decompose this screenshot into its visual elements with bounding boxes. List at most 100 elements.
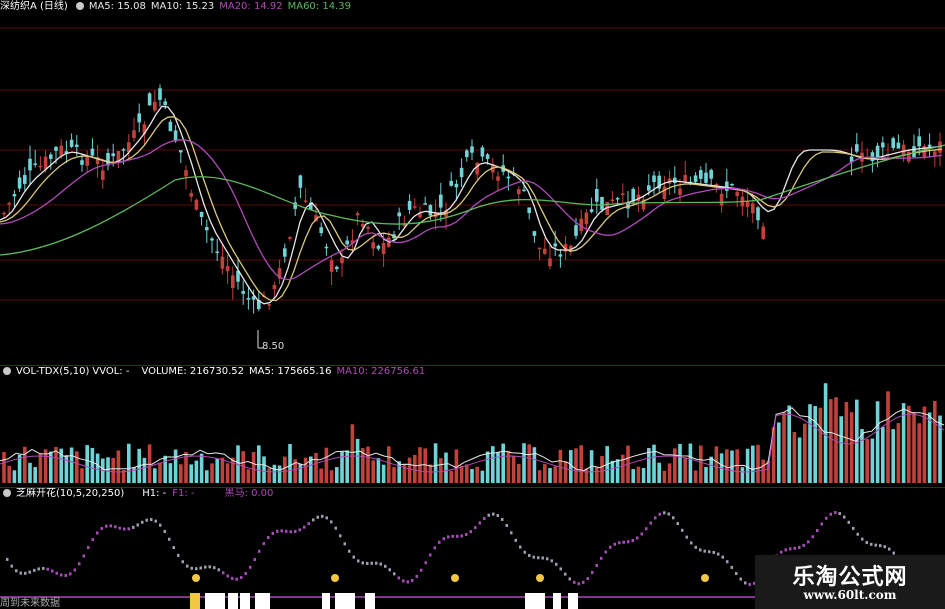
vvol-label: VVOL: - [92, 366, 130, 377]
candle-body [28, 158, 32, 171]
candle-body [558, 254, 563, 257]
indicator-dot [802, 543, 805, 547]
indicator-dot [33, 568, 36, 572]
indicator-dot [190, 566, 193, 570]
indicator-dot [789, 547, 792, 551]
indicator-dot [114, 525, 117, 529]
volume-bar [7, 465, 11, 483]
volume-bar [225, 463, 230, 483]
signal-bar [553, 593, 561, 609]
gear-icon[interactable] [3, 489, 11, 497]
gear-icon[interactable] [3, 367, 11, 375]
indicator-dot [240, 576, 243, 580]
ma20-label: MA20: 14.92 [219, 1, 283, 12]
volume-bar [881, 426, 885, 483]
volume-bar [823, 383, 828, 483]
indicator-dot [82, 554, 85, 558]
candle-body [673, 177, 677, 183]
volume-bar [683, 457, 687, 483]
indicator-dot [415, 574, 418, 578]
volume-bar [127, 443, 131, 483]
volume-panel-header: VOL-TDX(5,10) VVOL: - VOLUME: 216730.52 MA5… [0, 365, 430, 379]
candle-body [917, 136, 921, 147]
volume-bar [797, 437, 802, 483]
indicator-dot [303, 525, 306, 529]
volume-bars-chart[interactable] [0, 365, 945, 487]
volume-bar [647, 448, 651, 483]
candle-body [345, 240, 349, 245]
price-chart-panel[interactable]: 深纺织A (日线) MA5: 15.08 MA10: 15.23 MA20: 14.9… [0, 0, 945, 365]
volume-bar [652, 444, 656, 483]
volume-bar [745, 448, 750, 483]
volume-bar [615, 459, 620, 483]
indicator-dot [429, 553, 432, 557]
indicator-dot [627, 540, 630, 544]
candle-body [319, 227, 323, 234]
indicator-dot [69, 572, 72, 576]
candle-body [527, 207, 531, 214]
indicator-dot [861, 537, 864, 541]
candle-body [43, 156, 48, 170]
candle-body [121, 149, 126, 151]
candle-body [189, 193, 193, 197]
indicator-dot [267, 536, 270, 540]
volume-bar [173, 449, 178, 483]
candle-body [683, 174, 687, 183]
indicator-dot [798, 545, 801, 549]
signal-bar [335, 593, 345, 609]
h1-label: H1: - [142, 488, 167, 499]
indicator-dot [28, 570, 31, 574]
candle-body [7, 202, 11, 205]
indicator-dot [613, 542, 616, 546]
volume-bar [475, 466, 479, 483]
indicator-dot [717, 552, 720, 556]
volume-bar [459, 465, 464, 483]
ma10-label: MA10: 15.23 [150, 1, 215, 12]
candle-body [85, 157, 89, 166]
volume-bar [756, 444, 760, 483]
volume-bar [116, 450, 121, 483]
indicator-dot [712, 550, 715, 554]
volume-bar [735, 449, 739, 483]
volume-bar [366, 446, 370, 483]
vol-title: VOL-TDX(5,10) [16, 366, 90, 377]
indicator-dot [672, 516, 675, 520]
indicator-dot [474, 526, 477, 530]
indicator-dot [51, 569, 54, 573]
indicator-dot [244, 572, 247, 576]
indicator-dot [177, 553, 180, 557]
volume-bar [262, 456, 266, 483]
indicator-dot [730, 565, 733, 569]
candle-body [465, 150, 469, 158]
indicator-dot [316, 515, 319, 519]
volume-bar [584, 468, 589, 483]
volume-bar [28, 462, 32, 483]
indicator-dot [402, 579, 405, 583]
indicator-dot [834, 511, 837, 515]
candlestick-chart[interactable] [0, 0, 945, 365]
volume-panel[interactable]: VOL-TDX(5,10) VVOL: - VOLUME: 216730.52 MA5… [0, 365, 945, 487]
heima-label: 黑马: 0.00 [224, 488, 274, 499]
volume-bar [147, 444, 152, 483]
volume-bar [288, 443, 292, 483]
gear-icon[interactable] [75, 2, 84, 10]
volume-bar [621, 454, 625, 483]
ma60-label: MA60: 14.39 [287, 1, 351, 12]
indicator-dot [600, 556, 603, 560]
volume-bar [704, 466, 708, 483]
volume-bar [563, 461, 568, 483]
indicator-dot [249, 565, 252, 569]
indicator-dot [24, 571, 27, 575]
indicator-dot [519, 545, 522, 549]
candle-body [647, 185, 651, 191]
indicator-dot [456, 534, 459, 538]
indicator-dot [870, 542, 873, 546]
volume-bar [163, 455, 167, 483]
indicator-dot [487, 513, 490, 517]
candle-body [714, 183, 719, 186]
volume-bar [220, 457, 225, 483]
indicator-dot [820, 522, 823, 526]
indicator-dot [105, 524, 108, 528]
indicator-dot [640, 532, 643, 536]
indicator-dot [271, 531, 274, 535]
